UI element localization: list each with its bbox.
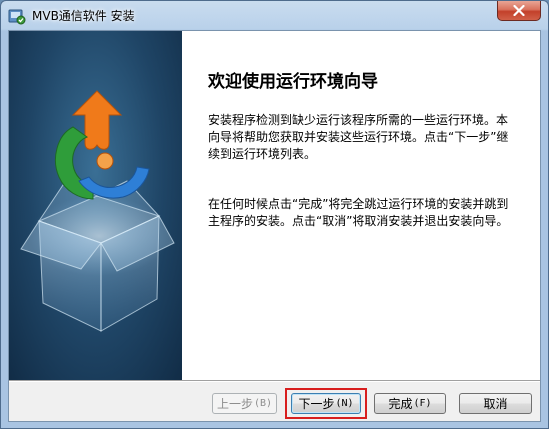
open-box-icon	[20, 175, 175, 332]
close-button[interactable]	[497, 1, 541, 21]
installer-window: MVB通信软件 安装 欢迎使用运行环境向导 安装程序检测到缺少运行该程序所需的一…	[0, 0, 549, 429]
finish-button-label: 完成	[388, 397, 413, 411]
back-button-label: 上一步	[216, 397, 253, 411]
finish-shortcut: (F)	[413, 398, 432, 409]
cancel-button[interactable]: 取消	[459, 393, 532, 414]
back-shortcut: (B)	[253, 398, 273, 409]
intro-paragraph: 安装程序检测到缺少运行该程序所需的一些运行环境。本向导将帮助您获取并安装这些运行…	[208, 113, 509, 161]
setup-box-illustration	[20, 90, 175, 332]
cancel-button-label: 取消	[483, 397, 508, 411]
puzzle-arrows-icon	[55, 90, 150, 200]
wizard-content: 欢迎使用运行环境向导 安装程序检测到缺少运行该程序所需的一些运行环境。本向导将帮…	[182, 31, 540, 380]
divider	[9, 380, 540, 382]
page-title: 欢迎使用运行环境向导	[208, 72, 378, 92]
close-icon	[513, 5, 525, 16]
next-shortcut: (N)	[335, 398, 354, 409]
next-button-label: 下一步	[298, 397, 335, 411]
title-bar[interactable]: MVB通信软件 安装	[1, 1, 548, 31]
finish-cancel-paragraph: 在任何时候点击“完成”将完全跳过运行环境的安装并跳到主程序的安装。点击“取消”将…	[208, 197, 509, 228]
wizard-frame: 欢迎使用运行环境向导 安装程序检测到缺少运行该程序所需的一些运行环境。本向导将帮…	[8, 30, 541, 422]
finish-button[interactable]: 完成 (F)	[374, 393, 446, 414]
back-button[interactable]: 上一步 (B)	[212, 393, 277, 414]
next-button[interactable]: 下一步 (N)	[291, 393, 361, 414]
installer-app-icon	[8, 9, 26, 25]
wizard-side-banner	[9, 31, 182, 380]
window-title: MVB通信软件 安装	[32, 9, 135, 23]
